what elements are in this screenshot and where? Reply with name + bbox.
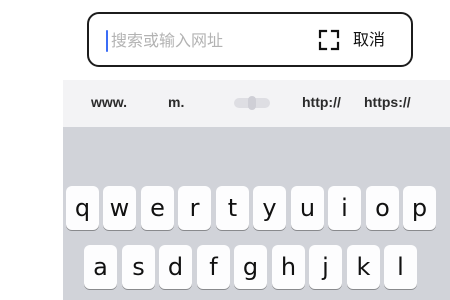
key-i[interactable]: i xyxy=(328,186,361,230)
cursor-slider-thumb[interactable] xyxy=(248,96,256,110)
browser-search-screen: 取消 www. m. http:// https:// q w e r t y … xyxy=(0,0,450,300)
key-q[interactable]: q xyxy=(66,186,99,230)
key-a[interactable]: a xyxy=(84,245,117,289)
key-r[interactable]: r xyxy=(178,186,211,230)
shortcut-https[interactable]: https:// xyxy=(364,94,411,110)
key-u[interactable]: u xyxy=(291,186,324,230)
key-o[interactable]: o xyxy=(366,186,399,230)
url-shortcut-bar: www. m. http:// https:// xyxy=(63,80,450,127)
key-k[interactable]: k xyxy=(347,245,380,289)
key-p[interactable]: p xyxy=(403,186,436,230)
key-j[interactable]: j xyxy=(309,245,342,289)
key-f[interactable]: f xyxy=(197,245,230,289)
search-bar: 取消 xyxy=(87,12,413,67)
search-input[interactable] xyxy=(111,26,301,54)
key-l[interactable]: l xyxy=(384,245,417,289)
keyboard: q w e r t y u i o p a s d f g h j k l xyxy=(63,127,450,300)
key-d[interactable]: d xyxy=(159,245,192,289)
shortcut-m[interactable]: m. xyxy=(168,94,184,110)
shortcut-www[interactable]: www. xyxy=(91,94,127,110)
key-e[interactable]: e xyxy=(141,186,174,230)
cancel-button[interactable]: 取消 xyxy=(353,26,401,54)
shortcut-http[interactable]: http:// xyxy=(302,94,341,110)
key-h[interactable]: h xyxy=(272,245,305,289)
text-caret xyxy=(106,30,108,52)
key-t[interactable]: t xyxy=(216,186,249,230)
scan-frame-icon[interactable] xyxy=(318,29,340,51)
cursor-slider-icon[interactable] xyxy=(234,96,270,110)
key-w[interactable]: w xyxy=(103,186,136,230)
key-s[interactable]: s xyxy=(122,245,155,289)
key-g[interactable]: g xyxy=(234,245,267,289)
key-y[interactable]: y xyxy=(253,186,286,230)
